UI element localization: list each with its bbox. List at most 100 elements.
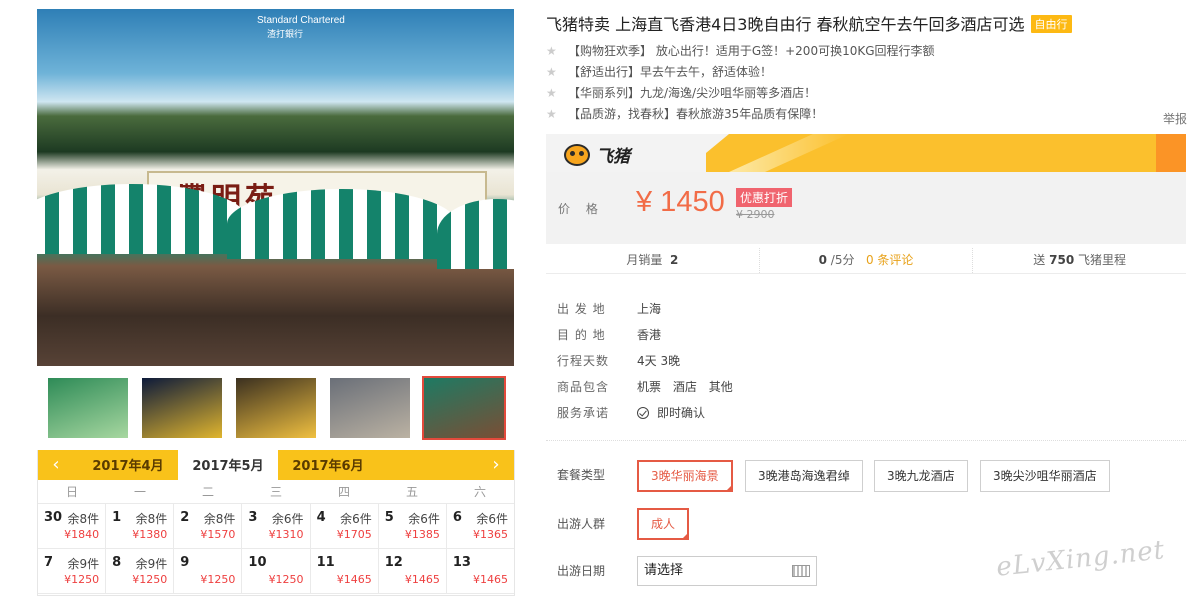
feature-list: ★ 【购物狂欢季】 放心出行！适用于G签！+200可换10KG回程行李额 ★ 【舒适… [546, 41, 1176, 125]
monthly-sales: 月销量 2 [546, 248, 760, 273]
calendar-day-cell[interactable]: 30 余8件 ¥1840 [38, 504, 107, 548]
month-tab-june[interactable]: 2017年6月 [278, 450, 378, 480]
feature-text: 【舒适出行】早去午去午，舒适体验！ [568, 65, 773, 79]
product-info: 出 发 地 上海 目 的 地 香港 行程天数 4天 3晚 商品包含 机票 酒店 … [557, 296, 741, 426]
thumbnail-image [236, 378, 316, 438]
calendar-day-number: 9 [180, 555, 190, 570]
travel-date-label: 出游日期 [557, 564, 606, 578]
feature-text: 【购物狂欢季】 放心出行！适用于G签！+200可换10KG回程行李额 [568, 44, 935, 58]
calendar-day-cell[interactable]: 7 余9件 ¥1250 [38, 549, 107, 593]
calendar-price: ¥1705 [336, 528, 372, 541]
price-value: ¥ 1450 [636, 186, 725, 218]
calendar-day-number: 5 [384, 510, 394, 525]
thumbnail-2[interactable] [140, 376, 224, 440]
bank-sign-text: Standard Chartered [257, 15, 345, 26]
next-month-icon[interactable]: › [486, 454, 506, 475]
prev-month-icon[interactable]: ‹ [46, 454, 66, 475]
product-title-row: 飞猪特卖 上海直飞香港4日3晚自由行 春秋航空午去午回多酒店可选 自由行 [546, 11, 1176, 34]
calendar-price: ¥1465 [404, 573, 440, 586]
calendar-day-cell[interactable]: 12 ¥1465 [379, 549, 447, 593]
calendar-day-cell[interactable]: 6 余6件 ¥1365 [447, 504, 514, 548]
banner-edge [1156, 134, 1186, 172]
info-key: 出 发 地 [557, 302, 606, 316]
info-row-includes: 商品包含 机票 酒店 其他 [557, 374, 741, 400]
calendar-price: ¥1380 [132, 528, 168, 541]
rating-value: 0 [818, 253, 827, 267]
travel-date-input[interactable]: 请选择 [637, 556, 817, 586]
calendar-day-number: 2 [180, 510, 190, 525]
banner-wedge [683, 134, 729, 172]
monthly-sales-label: 月销量 [626, 253, 663, 267]
calendar-price: ¥1250 [200, 573, 236, 586]
traveler-option-adult[interactable]: 成人 [637, 508, 690, 540]
check-circle-icon [637, 407, 649, 419]
include-item: 酒店 [672, 380, 697, 394]
report-link[interactable]: 举报 [1163, 110, 1187, 127]
thumbnail-5[interactable] [422, 376, 506, 440]
calendar-day-cell[interactable]: 5 余6件 ¥1385 [379, 504, 447, 548]
calendar-day-cell[interactable]: 4 余6件 ¥1705 [311, 504, 379, 548]
calendar-day-cell[interactable]: 13 ¥1465 [447, 549, 514, 593]
star-icon: ★ [546, 86, 557, 100]
feature-item: ★ 【舒适出行】早去午去午，舒适体验！ [546, 62, 1176, 83]
service-text: 即时确认 [657, 406, 706, 420]
package-option-3[interactable]: 3晚九龙酒店 [874, 460, 968, 492]
calendar-icon[interactable] [792, 565, 810, 577]
info-key: 商品包含 [557, 380, 610, 394]
include-item: 机票 [637, 380, 662, 394]
feature-text: 【华丽系列】九龙/海逸/尖沙咀华丽等多酒店！ [568, 86, 817, 100]
thumbnail-1[interactable] [46, 376, 130, 440]
calendar-body: 30 余8件 ¥1840 1 余8件 ¥1380 2 余8件 ¥1570 3 余6件 ¥1310 4 余6… [38, 504, 514, 594]
info-key: 服务承诺 [557, 406, 610, 420]
calendar-week-row: 7 余9件 ¥1250 8 余9件 ¥1250 9 ¥1250 10 ¥1250 11 ¥1465 12… [38, 549, 514, 594]
weekday-label: 一 [133, 485, 146, 499]
calendar-stock: 余6件 [408, 512, 440, 526]
calendar-week-row: 30 余8件 ¥1840 1 余8件 ¥1380 2 余8件 ¥1570 3 余6件 ¥1310 4 余6… [38, 504, 514, 549]
calendar-day-cell[interactable]: 1 余8件 ¥1380 [106, 504, 175, 548]
calendar-day-cell[interactable]: 3 余6件 ¥1310 [242, 504, 311, 548]
calendar-day-number: 30 [44, 510, 63, 525]
info-key: 行程天数 [557, 354, 610, 368]
package-option-1[interactable]: 3晚华丽海景 [637, 460, 733, 492]
calendar-day-number: 7 [44, 555, 54, 570]
calendar-day-cell[interactable]: 9 ¥1250 [174, 549, 243, 593]
month-tab-may[interactable]: 2017年5月 [178, 450, 278, 481]
stats-bar: 月销量 2 0 /5分 0 条评论 送 750 飞猪里程 [546, 248, 1186, 274]
points-prefix: 送 [1033, 253, 1046, 267]
include-item: 其他 [708, 380, 733, 394]
calendar-stock: 余6件 [340, 512, 372, 526]
points: 送 750 飞猪里程 [973, 248, 1186, 273]
calendar-day-cell[interactable]: 8 余9件 ¥1250 [106, 549, 175, 593]
product-title: 飞猪特卖 上海直飞香港4日3晚自由行 春秋航空午去午回多酒店可选 [546, 15, 1025, 34]
star-icon: ★ [546, 107, 557, 121]
calendar-day-cell[interactable]: 11 ¥1465 [311, 549, 379, 593]
info-key: 目 的 地 [557, 328, 606, 342]
info-row-departure: 出 发 地 上海 [557, 296, 741, 322]
package-option-4[interactable]: 3晚尖沙咀华丽酒店 [980, 460, 1110, 492]
calendar-weekday-header: 日 一 二 三 四 五 六 [38, 480, 514, 504]
package-option-2[interactable]: 3晚港岛海逸君绰 [745, 460, 863, 492]
calendar-day-cell[interactable]: 10 ¥1250 [242, 549, 311, 593]
thumbnail-4[interactable] [328, 376, 412, 440]
calendar-day-number: 3 [248, 510, 258, 525]
month-tab-april[interactable]: 2017年4月 [78, 450, 178, 480]
weekday-label: 二 [201, 485, 214, 499]
calendar-price: ¥1310 [268, 528, 304, 541]
calendar-stock: 余9件 [67, 557, 100, 571]
info-value: 上海 [637, 302, 662, 316]
calendar-price: ¥1250 [268, 573, 304, 586]
info-row-destination: 目 的 地 香港 [557, 322, 741, 348]
calendar-stock: 余6件 [271, 512, 304, 526]
calendar-price: ¥1250 [132, 573, 168, 586]
calendar-day-number: 6 [452, 510, 462, 525]
calendar-day-cell[interactable]: 2 余8件 ¥1570 [174, 504, 243, 548]
weekday-label: 三 [269, 485, 282, 499]
reviews-link[interactable]: 0 条评论 [866, 253, 913, 267]
main-product-image: Standard Chartered 渣打銀行 豐明苑 [37, 9, 514, 366]
thumbnail-3[interactable] [234, 376, 318, 440]
calendar-price: ¥1465 [336, 573, 372, 586]
banner-fade [729, 134, 849, 172]
points-value: 750 [1049, 253, 1075, 267]
weekday-label: 日 [65, 485, 78, 499]
feature-item: ★ 【华丽系列】九龙/海逸/尖沙咀华丽等多酒店！ [546, 83, 1176, 104]
